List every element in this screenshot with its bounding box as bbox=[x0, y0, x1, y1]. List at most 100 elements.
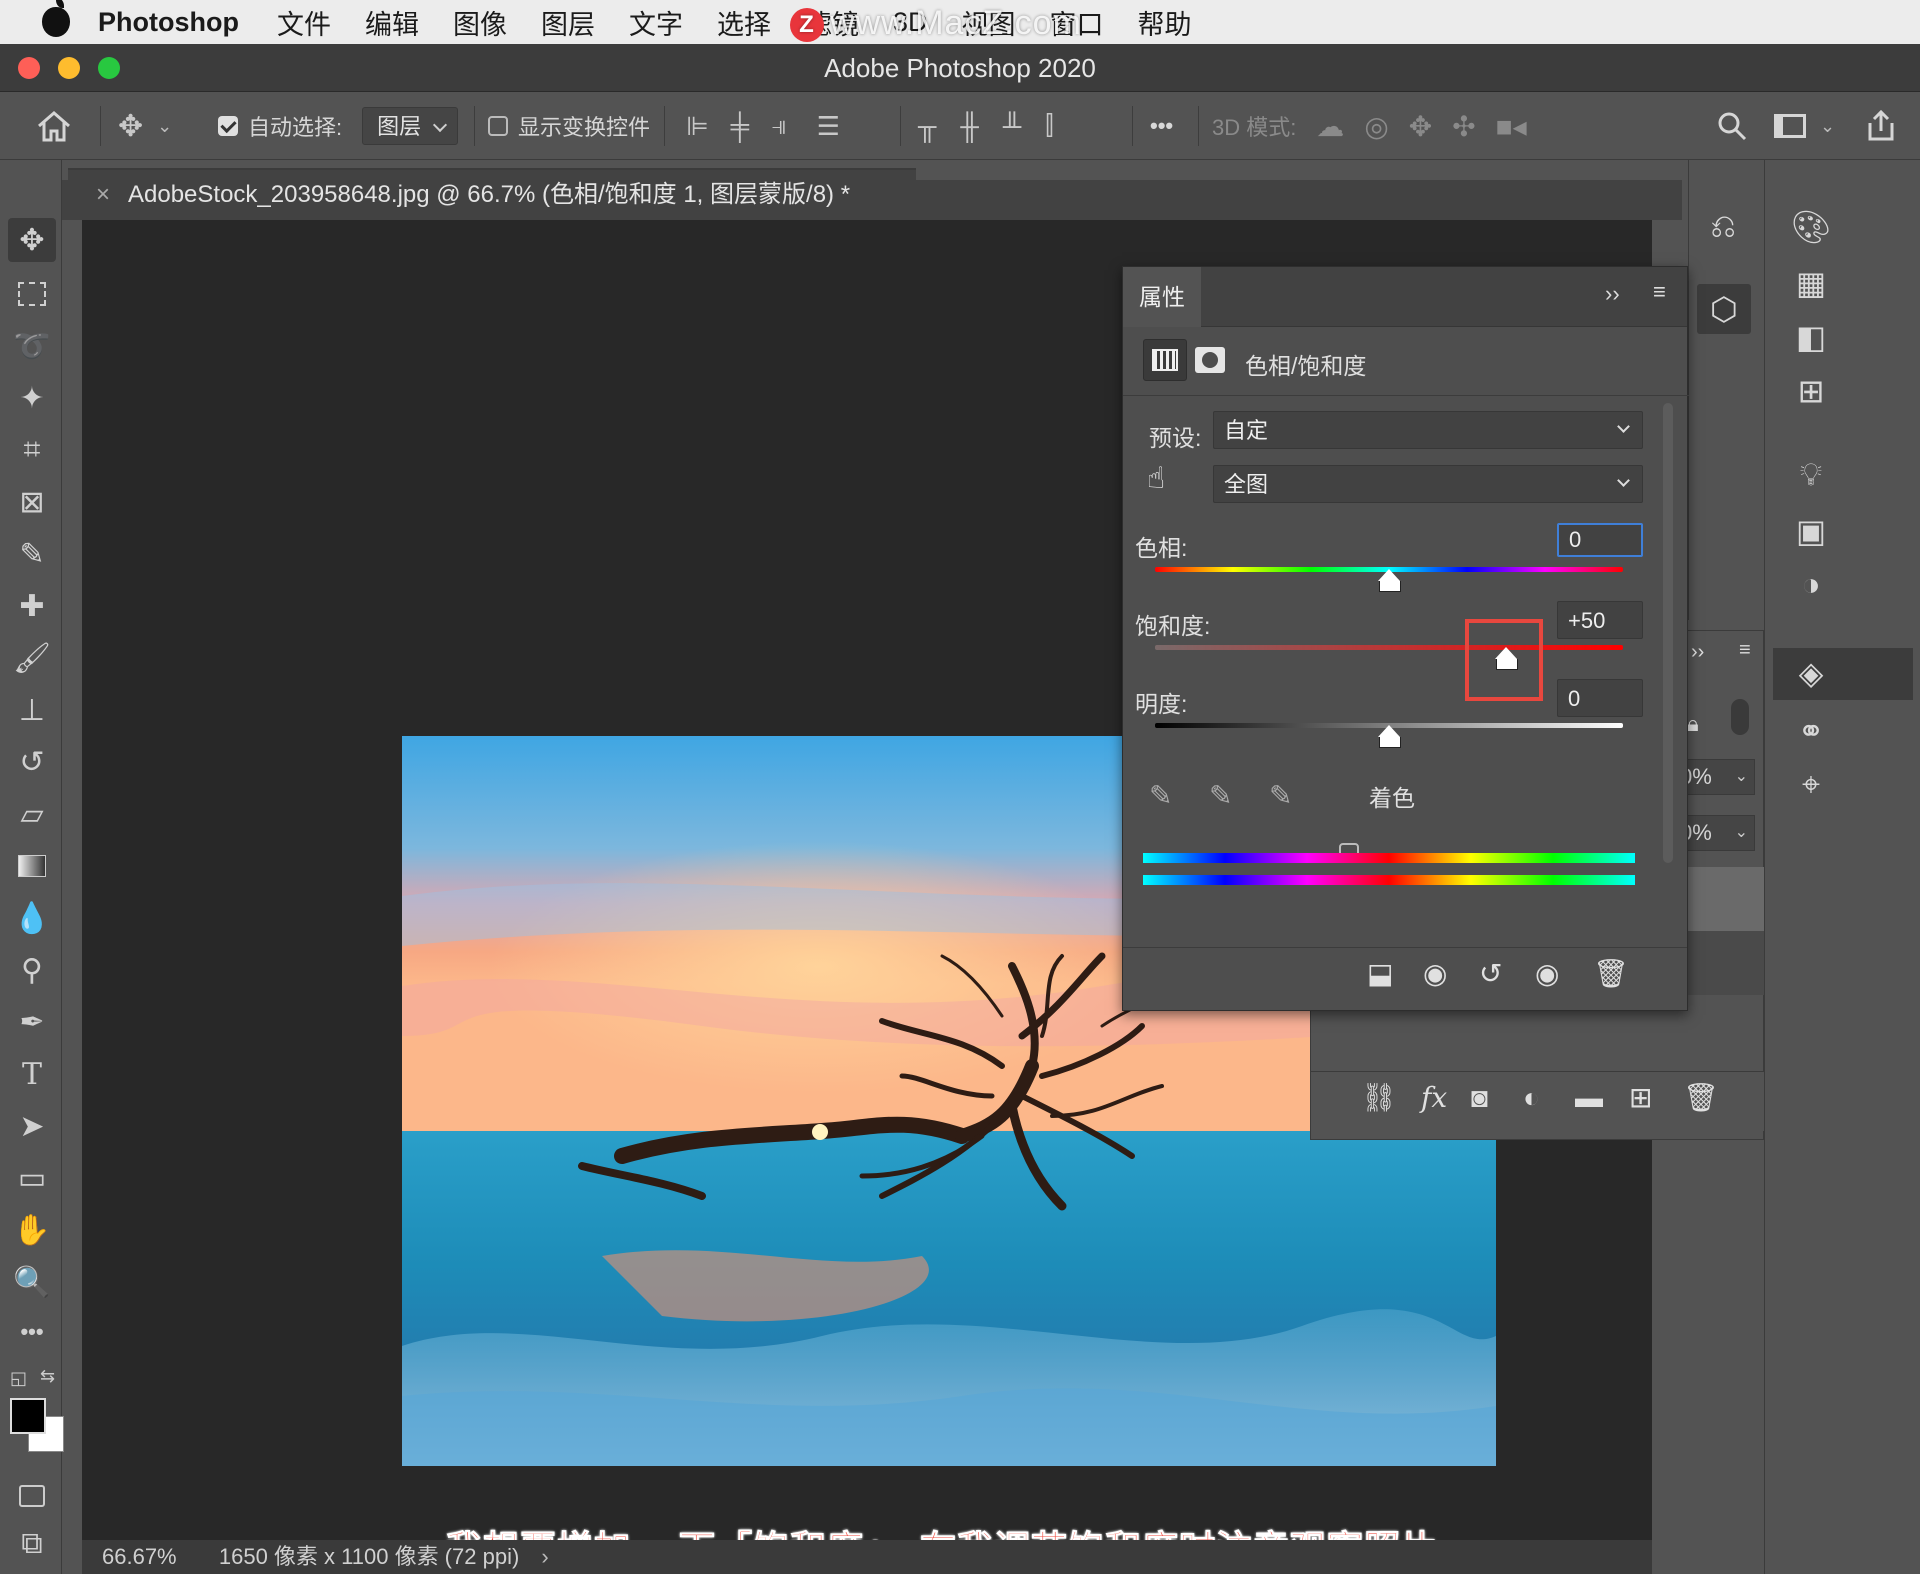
align-middle-v-icon[interactable]: ╫ bbox=[960, 111, 978, 142]
properties-tab[interactable]: 属性 bbox=[1123, 267, 1201, 327]
menu-file[interactable]: 文件 bbox=[277, 3, 331, 42]
lasso-tool-icon[interactable]: ➰ bbox=[8, 324, 56, 368]
menu-edit[interactable]: 编辑 bbox=[365, 3, 419, 42]
blur-tool-icon[interactable]: 💧 bbox=[8, 896, 56, 940]
frame-tool-icon[interactable]: ⊠ bbox=[8, 480, 56, 524]
panel-menu-icon[interactable]: ≡ bbox=[1739, 639, 1751, 662]
default-colors-icon[interactable]: ◱ bbox=[10, 1368, 27, 1389]
pen-tool-icon[interactable]: ✒ bbox=[8, 1000, 56, 1044]
align-right-icon[interactable]: ⫣ bbox=[771, 110, 787, 142]
move-tool-preset[interactable]: ✥ ⌄ bbox=[118, 92, 172, 160]
zoom-window-button[interactable] bbox=[98, 57, 120, 79]
adjustments-icon[interactable]: ◑ bbox=[1787, 566, 1835, 603]
reset-icon[interactable]: ↺ bbox=[1479, 948, 1502, 1000]
fx-icon[interactable]: fx bbox=[1421, 1072, 1447, 1124]
align-bottom-icon[interactable]: ╨ bbox=[1003, 111, 1021, 142]
saturation-slider-track[interactable] bbox=[1155, 645, 1623, 650]
swatches-icon[interactable]: ▦ bbox=[1787, 264, 1835, 302]
healing-brush-tool-icon[interactable]: ✚ bbox=[8, 584, 56, 628]
color-palette-icon[interactable]: 🎨︎ bbox=[1787, 208, 1835, 246]
eraser-tool-icon[interactable]: ▱ bbox=[8, 792, 56, 836]
stamp-tool-icon[interactable]: ⊥ bbox=[8, 688, 56, 732]
menu-image[interactable]: 图像 bbox=[453, 3, 507, 42]
more-tools-icon[interactable]: ••• bbox=[8, 1310, 56, 1354]
workspace-button[interactable]: ⌄ bbox=[1774, 92, 1835, 160]
auto-select-checkbox[interactable] bbox=[218, 116, 238, 136]
properties-scrollbar[interactable] bbox=[1663, 403, 1673, 863]
dodge-tool-icon[interactable]: ⚲ bbox=[8, 948, 56, 992]
menu-select[interactable]: 选择 bbox=[717, 3, 771, 42]
libraries-icon[interactable]: ▣ bbox=[1787, 512, 1835, 550]
paths-icon[interactable]: ⌖ bbox=[1787, 766, 1835, 804]
menu-layer[interactable]: 图层 bbox=[541, 3, 595, 42]
menu-help[interactable]: 帮助 bbox=[1138, 3, 1192, 42]
adjustment-type-button[interactable] bbox=[1143, 339, 1187, 381]
panel-expand-icon[interactable]: ›› bbox=[1691, 641, 1704, 664]
foreground-color-swatch[interactable] bbox=[10, 1398, 46, 1434]
magic-wand-tool-icon[interactable]: ✦ bbox=[8, 376, 56, 420]
eyedropper-minus-icon[interactable]: ✎ bbox=[1269, 779, 1292, 812]
hand-tool-icon[interactable]: ✋ bbox=[8, 1208, 56, 1252]
distribute-icon[interactable]: ☰ bbox=[817, 111, 840, 142]
eyedropper-plus-icon[interactable]: ✎ bbox=[1209, 779, 1232, 812]
align-center-h-icon[interactable]: ╪ bbox=[731, 111, 749, 142]
share-button[interactable] bbox=[1864, 92, 1898, 160]
learn-icon[interactable]: 💡︎ bbox=[1787, 456, 1835, 494]
auto-select-target-dropdown[interactable]: 图层 bbox=[362, 107, 459, 145]
layer-mask-button[interactable] bbox=[1195, 347, 1225, 373]
menu-type[interactable]: 文字 bbox=[629, 3, 683, 42]
minimize-window-button[interactable] bbox=[58, 57, 80, 79]
group-folder-icon[interactable]: ▬ bbox=[1575, 1072, 1603, 1124]
align-top-icon[interactable]: ╥ bbox=[918, 111, 936, 142]
apple-icon[interactable] bbox=[42, 0, 70, 37]
hue-input[interactable]: 0 bbox=[1557, 523, 1643, 557]
clip-to-layer-icon[interactable]: ⬓ bbox=[1367, 948, 1393, 1000]
close-window-button[interactable] bbox=[18, 57, 40, 79]
delete-adjustment-icon[interactable]: 🗑︎ bbox=[1593, 948, 1629, 1000]
gradient-tool-icon[interactable] bbox=[8, 844, 56, 888]
chevron-right-icon[interactable]: › bbox=[541, 1544, 548, 1569]
show-transform-checkbox[interactable] bbox=[488, 116, 508, 136]
type-tool-icon[interactable]: T bbox=[8, 1052, 56, 1096]
panel-menu-icon[interactable]: ≡ bbox=[1653, 279, 1666, 305]
delete-layer-icon[interactable]: 🗑︎ bbox=[1683, 1072, 1719, 1124]
screen-mode-icon[interactable]: ⧉ bbox=[8, 1522, 56, 1566]
targeted-adjustment-hand-icon[interactable]: ☝ bbox=[1147, 461, 1165, 496]
history-brush-tool-icon[interactable]: ↺ bbox=[8, 740, 56, 784]
3d-slide-icon[interactable]: ✣ bbox=[1452, 110, 1475, 143]
move-tool-icon[interactable]: ✥ bbox=[8, 218, 56, 262]
eyedropper-tool-icon[interactable]: ✎ bbox=[8, 532, 56, 576]
quick-mask-icon[interactable] bbox=[8, 1474, 56, 1518]
saturation-input[interactable]: +50 bbox=[1557, 601, 1643, 639]
align-left-icon[interactable]: ⊫ bbox=[686, 111, 709, 142]
path-selection-tool-icon[interactable]: ➤ bbox=[8, 1104, 56, 1148]
3d-pan-icon[interactable]: ✥ bbox=[1409, 110, 1432, 143]
more-options-button[interactable]: ••• bbox=[1150, 92, 1173, 160]
rectangle-tool-icon[interactable]: ▭ bbox=[8, 1156, 56, 1200]
patterns-icon[interactable]: ⊞ bbox=[1787, 372, 1835, 410]
channels-icon[interactable]: ⚭ bbox=[1787, 712, 1835, 750]
search-button[interactable] bbox=[1716, 92, 1748, 160]
link-layers-icon[interactable]: ⛓ bbox=[1361, 1072, 1397, 1124]
lock-icon[interactable]: 🔒︎ bbox=[1687, 711, 1699, 737]
history-icon[interactable]: ⎌ bbox=[1699, 208, 1747, 246]
3d-roll-icon[interactable]: ◎ bbox=[1364, 110, 1388, 143]
preset-dropdown[interactable]: 自定 bbox=[1213, 411, 1643, 449]
swap-colors-icon[interactable]: ⇆ bbox=[40, 1366, 55, 1387]
3d-scale-icon[interactable]: ■◂ bbox=[1496, 110, 1527, 143]
brush-tool-icon[interactable]: 🖌 bbox=[8, 636, 56, 680]
home-button[interactable] bbox=[36, 92, 72, 160]
new-layer-icon[interactable]: ⊞ bbox=[1629, 1072, 1652, 1124]
view-previous-icon[interactable]: ◉ bbox=[1423, 948, 1447, 1000]
document-tab[interactable]: × AdobeStock_203958648.jpg @ 66.7% (色相/饱… bbox=[68, 168, 916, 218]
layers-dock-button[interactable]: ◈ bbox=[1773, 648, 1913, 700]
marquee-tool-icon[interactable] bbox=[8, 272, 56, 316]
add-mask-icon[interactable]: ◙ bbox=[1471, 1072, 1488, 1124]
visibility-eye-icon[interactable]: ◉ bbox=[1535, 948, 1559, 1000]
3d-orbit-icon[interactable]: ☁ bbox=[1316, 110, 1344, 143]
menu-app-name[interactable]: Photoshop bbox=[98, 7, 239, 38]
gradients-icon[interactable]: ◧ bbox=[1787, 318, 1835, 356]
channel-dropdown[interactable]: 全图 bbox=[1213, 465, 1643, 503]
eyedropper-icon[interactable]: ✎ bbox=[1149, 779, 1172, 812]
toggle-switch[interactable] bbox=[1731, 699, 1749, 735]
